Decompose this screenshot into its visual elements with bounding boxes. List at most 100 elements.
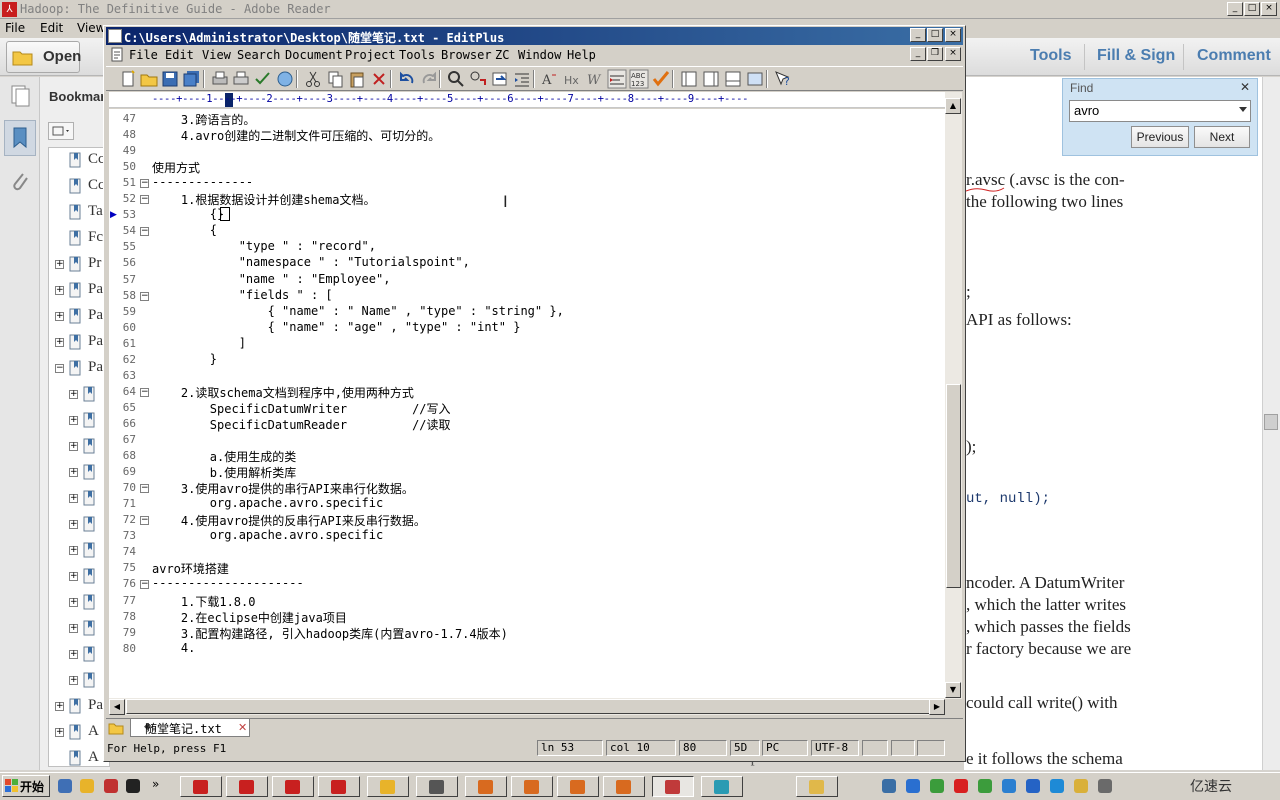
expand-toggle-icon[interactable]: + (69, 650, 78, 659)
expand-toggle-icon[interactable]: + (69, 390, 78, 399)
system-tray-icon[interactable] (906, 779, 920, 793)
taskbar-button[interactable] (652, 776, 694, 797)
bookmark-item[interactable]: + Pa (48, 306, 110, 332)
reader-maximize-button[interactable]: □ (1244, 2, 1260, 16)
taskbar-button[interactable] (180, 776, 222, 797)
bookmark-item[interactable]: + (48, 540, 110, 566)
bookmark-item[interactable]: + Pa (48, 696, 110, 722)
paste-icon[interactable] (347, 69, 367, 89)
bookmark-item[interactable]: Ta (48, 202, 110, 228)
expand-toggle-icon[interactable]: − (55, 364, 64, 373)
bookmark-item[interactable]: + (48, 566, 110, 592)
bookmark-item[interactable]: + Pr (48, 254, 110, 280)
bookmark-item[interactable]: + (48, 436, 110, 462)
desktop-icon[interactable] (58, 779, 72, 793)
system-tray-icon[interactable] (1026, 779, 1040, 793)
bookmark-item[interactable]: − Pa (48, 358, 110, 384)
more-chevron-icon[interactable]: » (152, 777, 159, 791)
fold-toggle-icon[interactable]: − (140, 195, 149, 204)
expand-toggle-icon[interactable]: + (55, 260, 64, 269)
fold-toggle-icon[interactable]: − (140, 227, 149, 236)
expand-toggle-icon[interactable]: + (69, 624, 78, 633)
scroll-right-arrow-icon[interactable]: ▶ (929, 699, 945, 715)
chrome-icon[interactable] (80, 779, 94, 793)
tools-link[interactable]: Tools (1030, 47, 1071, 65)
menu-document[interactable]: Document (285, 48, 343, 62)
bookmark-item[interactable]: + (48, 618, 110, 644)
cut-icon[interactable] (303, 69, 323, 89)
scroll-up-arrow-icon[interactable]: ▲ (945, 98, 961, 114)
help-icon[interactable]: ? (773, 69, 793, 89)
fold-toggle-icon[interactable]: − (140, 580, 149, 589)
fullscreen-icon[interactable] (745, 69, 765, 89)
find-close-icon[interactable]: ✕ (1240, 80, 1250, 94)
qq-icon[interactable] (126, 779, 140, 793)
output-window-icon[interactable] (723, 69, 743, 89)
scroll-down-arrow-icon[interactable]: ▼ (945, 682, 961, 698)
pages-icon[interactable] (10, 84, 30, 108)
doc-minimize-button[interactable]: _ (910, 47, 926, 61)
menu-view[interactable]: View (202, 48, 231, 62)
bookmark-item[interactable]: + (48, 670, 110, 696)
find-next-button[interactable]: Next (1194, 126, 1250, 148)
bookmark-item[interactable]: + Pa (48, 332, 110, 358)
paperclip-icon[interactable] (9, 170, 31, 194)
system-tray-icon[interactable] (978, 779, 992, 793)
expand-toggle-icon[interactable]: + (69, 494, 78, 503)
open-folder-icon[interactable] (139, 69, 159, 89)
menu-help[interactable]: Help (567, 48, 596, 62)
undo-icon[interactable] (397, 69, 417, 89)
expand-toggle-icon[interactable]: + (69, 546, 78, 555)
redo-icon[interactable] (419, 69, 439, 89)
fold-toggle-icon[interactable]: − (140, 292, 149, 301)
menu-tools[interactable]: Tools (399, 48, 435, 62)
indent-icon[interactable] (512, 69, 532, 89)
panel-right-icon[interactable] (701, 69, 721, 89)
menu-zc[interactable]: ZC (495, 48, 509, 62)
bookmark-options-button[interactable] (48, 122, 74, 140)
system-tray-icon[interactable] (954, 779, 968, 793)
bookmark-item[interactable]: + (48, 384, 110, 410)
taskbar-button[interactable] (318, 776, 360, 797)
bookmark-item[interactable]: Fc (48, 228, 110, 254)
find-icon[interactable] (446, 69, 466, 89)
expand-toggle-icon[interactable]: + (69, 598, 78, 607)
save-all-icon[interactable] (182, 69, 202, 89)
font-icon[interactable]: A (540, 69, 560, 89)
expand-toggle-icon[interactable]: + (55, 728, 64, 737)
tab-close-icon[interactable]: ✕ (238, 721, 247, 734)
fold-toggle-icon[interactable]: − (140, 484, 149, 493)
spell-abc-icon[interactable]: ABC123 (629, 69, 649, 89)
editplus-close-button[interactable]: × (945, 28, 961, 42)
bookmark-item[interactable]: + Pa (48, 280, 110, 306)
expand-toggle-icon[interactable]: + (69, 520, 78, 529)
expand-toggle-icon[interactable]: + (55, 286, 64, 295)
editplus-maximize-button[interactable]: □ (927, 28, 943, 42)
browser-icon[interactable] (275, 69, 295, 89)
replace-icon[interactable] (468, 69, 488, 89)
reader-menu-file[interactable]: File (5, 21, 25, 35)
expand-toggle-icon[interactable]: + (55, 702, 64, 711)
bookmark-item[interactable]: + (48, 488, 110, 514)
expand-toggle-icon[interactable]: + (55, 338, 64, 347)
taskbar-button[interactable] (511, 776, 553, 797)
print-preview-icon[interactable] (210, 69, 230, 89)
close-app-icon[interactable] (104, 779, 118, 793)
doc-close-button[interactable]: × (945, 47, 961, 61)
fill-sign-link[interactable]: Fill & Sign (1097, 47, 1175, 65)
spell-check-icon[interactable] (253, 69, 273, 89)
system-tray-icon[interactable] (882, 779, 896, 793)
bookmark-item[interactable]: + (48, 644, 110, 670)
reader-minimize-button[interactable]: _ (1227, 2, 1243, 16)
system-tray-icon[interactable] (1002, 779, 1016, 793)
html-toolbar-icon[interactable]: Hx (563, 69, 583, 89)
system-tray-icon[interactable] (1050, 779, 1064, 793)
new-file-icon[interactable] (118, 69, 138, 89)
bookmark-item[interactable]: + (48, 462, 110, 488)
system-tray-icon[interactable] (1098, 779, 1112, 793)
check-icon[interactable] (651, 69, 671, 89)
menu-browser[interactable]: Browser (441, 48, 492, 62)
taskbar-button[interactable] (701, 776, 743, 797)
expand-toggle-icon[interactable]: + (69, 468, 78, 477)
reader-menu-view[interactable]: View (77, 21, 105, 35)
